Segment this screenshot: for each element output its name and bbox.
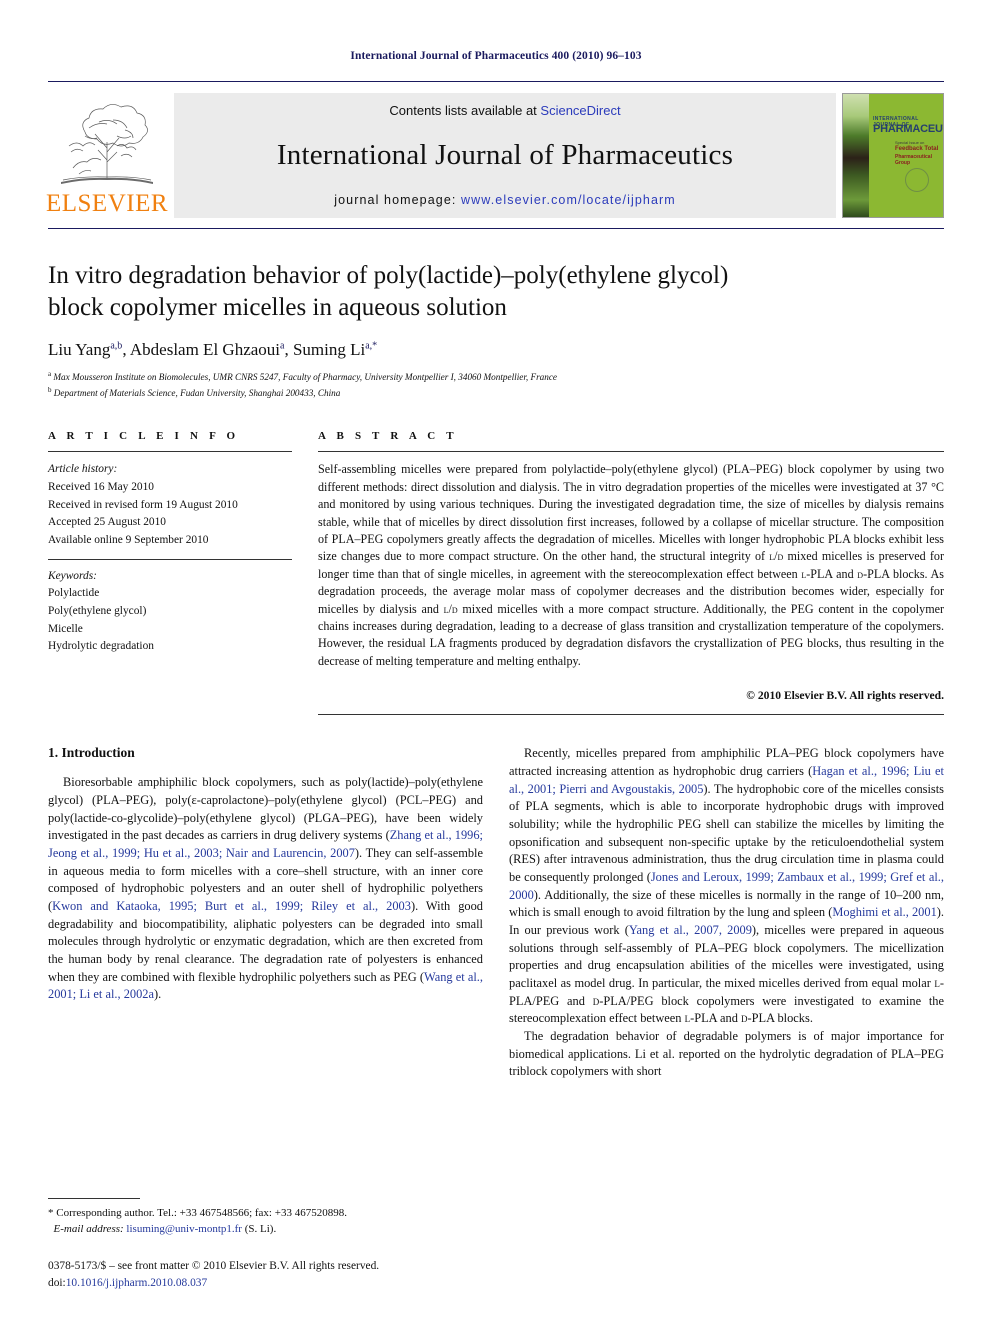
keyword-item: Hydrolytic degradation bbox=[48, 640, 154, 653]
body-columns: 1. Introduction Bioresorbable amphiphili… bbox=[48, 745, 944, 1081]
cover-circle-emblem bbox=[905, 168, 929, 192]
affiliation-a-text: Max Mousseron Institute on Biomolecules,… bbox=[53, 372, 558, 383]
abstract-rule-bottom bbox=[318, 714, 944, 716]
cover-title-large: PHARMACEUTICS bbox=[873, 123, 943, 135]
doi-line: doi:10.1016/j.ijpharm.2010.08.037 bbox=[48, 1275, 489, 1292]
corresponding-author-note: * Corresponding author. Tel.: +33 467548… bbox=[48, 1206, 347, 1219]
article-info-rule-middle bbox=[48, 558, 292, 560]
author-list: Liu Yanga,b, Abdeslam El Ghzaouia, Sumin… bbox=[48, 340, 378, 359]
issn-line: 0378-5173/$ – see front matter © 2010 El… bbox=[48, 1259, 380, 1272]
email-note: E-mail address: lisuming@univ-montp1.fr … bbox=[48, 1221, 489, 1238]
affiliation-b-text: Department of Materials Science, Fudan U… bbox=[53, 387, 341, 398]
paragraph: The degradation behavior of degradable p… bbox=[509, 1028, 944, 1079]
title-block: In vitro degradation behavior of poly(la… bbox=[48, 260, 944, 400]
article-info-heading: A R T I C L E I N F O bbox=[48, 430, 240, 443]
keywords-block: Keywords: Polylactide Poly(ethylene glyc… bbox=[48, 568, 292, 656]
contents-available-line: Contents lists available at ScienceDirec… bbox=[389, 103, 620, 118]
elsevier-logo: ELSEVIER bbox=[45, 93, 169, 218]
keyword-item: Poly(ethylene glycol) bbox=[48, 605, 147, 618]
issn-block: 0378-5173/$ – see front matter © 2010 El… bbox=[48, 1258, 489, 1292]
cover-subtitle-2: Feedback Total bbox=[895, 146, 939, 152]
abstract-text: Self-assembling micelles were prepared f… bbox=[318, 462, 945, 668]
affiliations: a Max Mousseron Institute on Biomolecule… bbox=[48, 369, 944, 400]
elsevier-tree-icon bbox=[61, 104, 153, 184]
paper-page: International Journal of Pharmaceutics 4… bbox=[0, 0, 992, 1323]
doi-label: doi: bbox=[48, 1276, 66, 1289]
history-item: Available online 9 September 2010 bbox=[48, 534, 209, 547]
elsevier-wordmark: ELSEVIER bbox=[45, 190, 169, 217]
article-info-rule-top bbox=[48, 451, 292, 453]
abstract-heading: A B S T R A C T bbox=[318, 430, 458, 443]
article-info-column: A R T I C L E I N F O Article history: R… bbox=[48, 430, 292, 715]
abstract-rule-top bbox=[318, 451, 944, 453]
masthead-bottom-rule bbox=[48, 228, 944, 229]
abstract-column: A B S T R A C T Self-assembling micelles… bbox=[318, 430, 945, 716]
journal-homepage-line: journal homepage: www.elsevier.com/locat… bbox=[334, 193, 676, 207]
cover-photo-strip bbox=[843, 94, 869, 217]
cover-subtitle-1: Special Issue on bbox=[895, 140, 925, 145]
keywords-label: Keywords: bbox=[48, 569, 97, 582]
paragraph: Bioresorbable amphiphilic block copolyme… bbox=[48, 775, 483, 1002]
body-column-left: 1. Introduction Bioresorbable amphiphili… bbox=[48, 745, 483, 1081]
masthead-center-panel: Contents lists available at ScienceDirec… bbox=[174, 93, 836, 218]
history-item: Accepted 25 August 2010 bbox=[48, 516, 166, 529]
footnotes-block: * Corresponding author. Tel.: +33 467548… bbox=[48, 1197, 489, 1292]
footnote-rule bbox=[48, 1197, 140, 1199]
cover-subtitle-3: Pharmaceutical Group bbox=[895, 154, 932, 166]
body-column-right: Recently, micelles prepared from amphiph… bbox=[509, 745, 944, 1081]
contents-prefix-text: Contents lists available at bbox=[389, 103, 541, 118]
history-item: Received in revised form 19 August 2010 bbox=[48, 498, 238, 511]
email-suffix: (S. Li). bbox=[241, 1223, 277, 1236]
journal-homepage-link[interactable]: www.elsevier.com/locate/ijpharm bbox=[461, 193, 676, 207]
history-item: Received 16 May 2010 bbox=[48, 481, 154, 494]
keyword-item: Micelle bbox=[48, 622, 83, 635]
journal-masthead: ELSEVIER Contents lists available at Sci… bbox=[45, 81, 944, 218]
affiliation-b: b Department of Materials Science, Fudan… bbox=[48, 385, 341, 398]
article-history-block: Article history: Received 16 May 2010 Re… bbox=[48, 461, 292, 549]
homepage-prefix-text: journal homepage: bbox=[334, 193, 462, 207]
affiliation-a: a Max Mousseron Institute on Biomolecule… bbox=[48, 370, 558, 383]
sciencedirect-link[interactable]: ScienceDirect bbox=[540, 103, 620, 118]
journal-cover-thumbnail[interactable]: INTERNATIONAL JOURNAL OF PHARMACEUTICS S… bbox=[842, 93, 944, 218]
email-link[interactable]: lisuming@univ-montp1.fr bbox=[126, 1223, 242, 1235]
info-abstract-row: A R T I C L E I N F O Article history: R… bbox=[48, 430, 945, 716]
doi-link[interactable]: 10.1016/j.ijpharm.2010.08.037 bbox=[66, 1277, 207, 1289]
running-head: International Journal of Pharmaceutics 4… bbox=[350, 50, 642, 62]
paragraph: Recently, micelles prepared from amphiph… bbox=[509, 746, 945, 1026]
email-label: E-mail address: bbox=[53, 1223, 124, 1236]
section-heading-introduction: 1. Introduction bbox=[48, 745, 135, 761]
keyword-item: Polylactide bbox=[48, 587, 100, 600]
article-history-label: Article history: bbox=[48, 463, 118, 476]
page-title: In vitro degradation behavior of poly(la… bbox=[48, 262, 729, 321]
copyright-line: © 2010 Elsevier B.V. All rights reserved… bbox=[746, 689, 944, 703]
journal-title: International Journal of Pharmaceutics bbox=[276, 139, 734, 171]
